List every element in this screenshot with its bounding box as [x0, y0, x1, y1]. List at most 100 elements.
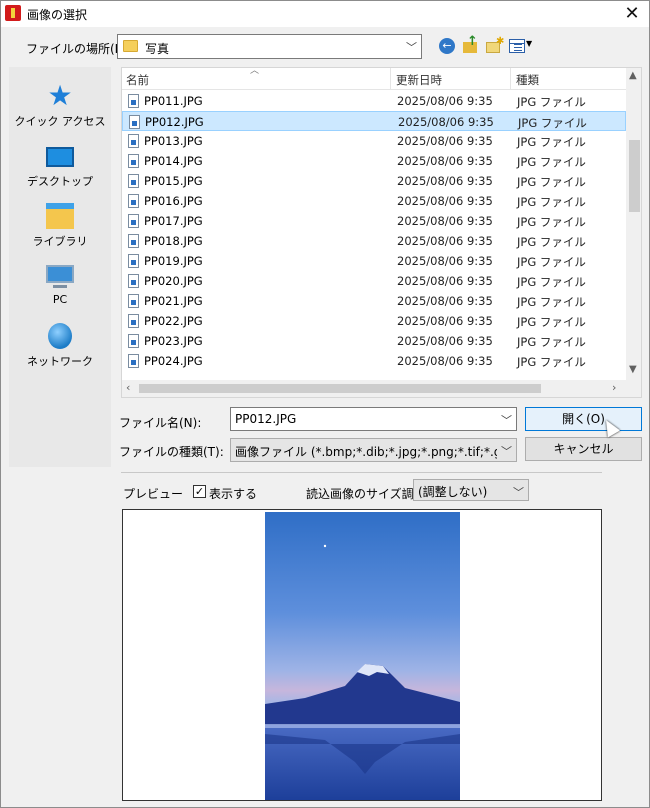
new-folder-button[interactable]: ✱: [484, 36, 504, 56]
pc-icon: [46, 265, 74, 283]
chevron-down-icon: ﹀: [513, 486, 524, 499]
place-quick-access[interactable]: ★ クイック アクセス: [9, 75, 111, 133]
file-date: 2025/08/06 9:35: [397, 174, 493, 188]
table-row[interactable]: PP024.JPG 2025/08/06 9:35 JPG ファイル: [122, 351, 626, 371]
filetype-dropdown[interactable]: 画像ファイル (*.bmp;*.dib;*.jpg;*.png;*.tif;*.…: [230, 438, 517, 462]
file-name: PP015.JPG: [144, 174, 203, 188]
show-preview-checkbox[interactable]: ✓: [193, 485, 206, 498]
jpg-file-icon: [128, 334, 139, 348]
chevron-down-icon: ﹀: [501, 445, 512, 458]
column-header-date[interactable]: 更新日時: [396, 72, 442, 88]
open-button[interactable]: 開く(O): [525, 407, 642, 431]
table-row[interactable]: PP018.JPG 2025/08/06 9:35 JPG ファイル: [122, 231, 626, 251]
cancel-button[interactable]: キャンセル: [525, 437, 642, 461]
table-row[interactable]: PP013.JPG 2025/08/06 9:35 JPG ファイル: [122, 131, 626, 151]
file-name: PP022.JPG: [144, 314, 203, 328]
up-folder-button[interactable]: ↑: [461, 34, 481, 56]
table-row[interactable]: PP021.JPG 2025/08/06 9:35 JPG ファイル: [122, 291, 626, 311]
column-divider[interactable]: [390, 68, 391, 90]
list-header: ︿ 名前 更新日時 種類: [122, 68, 626, 90]
places-bar: ★ クイック アクセス デスクトップ ライブラリ PC ネットワーク: [9, 67, 111, 467]
scroll-up-icon[interactable]: ▲: [629, 70, 637, 81]
place-desktop[interactable]: デスクトップ: [9, 135, 111, 193]
filetype-label: ファイルの種類(T):: [119, 445, 224, 459]
look-in-dropdown[interactable]: 写真 ﹀: [117, 34, 422, 59]
scroll-left-icon[interactable]: ‹: [126, 381, 130, 394]
file-date: 2025/08/06 9:35: [397, 134, 493, 148]
table-row[interactable]: PP022.JPG 2025/08/06 9:35 JPG ファイル: [122, 311, 626, 331]
divider: [121, 472, 602, 473]
scroll-thumb[interactable]: [629, 140, 640, 212]
pc-stand-icon: [53, 285, 67, 288]
star-icon: ★: [47, 79, 73, 112]
resize-value: (調整しない): [418, 485, 488, 499]
look-in-value: 写真: [145, 42, 170, 56]
jpg-file-icon: [128, 274, 139, 288]
scroll-down-icon[interactable]: ▼: [629, 364, 637, 375]
library-icon: [46, 203, 74, 229]
jpg-file-icon: [128, 314, 139, 328]
back-button[interactable]: ←: [437, 36, 457, 56]
file-type: JPG ファイル: [517, 215, 586, 229]
table-row[interactable]: PP019.JPG 2025/08/06 9:35 JPG ファイル: [122, 251, 626, 271]
jpg-file-icon: [128, 234, 139, 248]
column-divider[interactable]: [510, 68, 511, 90]
sparkle-icon: ✱: [496, 36, 505, 47]
place-pc[interactable]: PC: [9, 255, 111, 313]
file-name: PP011.JPG: [144, 94, 203, 108]
file-name: PP019.JPG: [144, 254, 203, 268]
app-icon: [5, 5, 21, 21]
jpg-file-icon: [128, 154, 139, 168]
jpg-file-icon: [128, 174, 139, 188]
table-row[interactable]: PP016.JPG 2025/08/06 9:35 JPG ファイル: [122, 191, 626, 211]
view-menu-icon: [509, 39, 525, 53]
resize-dropdown[interactable]: (調整しない) ﹀: [413, 479, 529, 501]
file-type: JPG ファイル: [517, 355, 586, 369]
filename-input[interactable]: PP012.JPG ﹀: [230, 407, 517, 431]
preview-pane: [122, 509, 602, 801]
jpg-file-icon: [128, 134, 139, 148]
scroll-thumb[interactable]: [139, 384, 541, 393]
table-row[interactable]: PP012.JPG 2025/08/06 9:35 JPG ファイル: [122, 111, 626, 131]
file-date: 2025/08/06 9:35: [397, 214, 493, 228]
view-menu-button[interactable]: ▼: [508, 36, 536, 56]
place-network[interactable]: ネットワーク: [9, 315, 111, 373]
show-preview-label[interactable]: 表示する: [209, 485, 257, 502]
file-type: JPG ファイル: [517, 155, 586, 169]
table-row[interactable]: PP017.JPG 2025/08/06 9:35 JPG ファイル: [122, 211, 626, 231]
scroll-right-icon[interactable]: ›: [612, 381, 616, 394]
filename-label: ファイル名(N):: [119, 416, 202, 430]
chevron-down-icon: ﹀: [406, 41, 417, 54]
jpg-file-icon: [129, 115, 140, 129]
file-name: PP014.JPG: [144, 154, 203, 168]
jpg-file-icon: [128, 214, 139, 228]
table-row[interactable]: PP015.JPG 2025/08/06 9:35 JPG ファイル: [122, 171, 626, 191]
up-arrow-icon: ↑: [467, 34, 478, 49]
place-label: ライブラリ: [32, 235, 88, 248]
table-row[interactable]: PP023.JPG 2025/08/06 9:35 JPG ファイル: [122, 331, 626, 351]
table-row[interactable]: PP014.JPG 2025/08/06 9:35 JPG ファイル: [122, 151, 626, 171]
look-in-label: ファイルの場所(I):: [26, 42, 127, 56]
mist: [265, 724, 460, 728]
table-row[interactable]: PP020.JPG 2025/08/06 9:35 JPG ファイル: [122, 271, 626, 291]
place-library[interactable]: ライブラリ: [9, 195, 111, 253]
horizontal-scrollbar[interactable]: ‹ ›: [122, 380, 626, 397]
mountain-photo: [265, 512, 460, 800]
file-date: 2025/08/06 9:35: [397, 94, 493, 108]
file-name: PP016.JPG: [144, 194, 203, 208]
file-name: PP024.JPG: [144, 354, 203, 368]
column-header-name[interactable]: 名前: [126, 72, 149, 88]
chevron-down-icon[interactable]: ﹀: [501, 412, 512, 428]
close-button[interactable]: ✕: [621, 4, 643, 24]
jpg-file-icon: [128, 294, 139, 308]
file-type: JPG ファイル: [517, 295, 586, 309]
vertical-scrollbar[interactable]: ▲ ▼: [626, 68, 641, 380]
file-date: 2025/08/06 9:35: [397, 294, 493, 308]
table-row[interactable]: PP011.JPG 2025/08/06 9:35 JPG ファイル: [122, 91, 626, 111]
desktop-icon: [46, 147, 74, 167]
column-header-type[interactable]: 種類: [516, 72, 539, 88]
file-type: JPG ファイル: [517, 195, 586, 209]
place-label: ネットワーク: [27, 355, 93, 368]
file-date: 2025/08/06 9:35: [397, 194, 493, 208]
preview-image: [265, 512, 460, 800]
